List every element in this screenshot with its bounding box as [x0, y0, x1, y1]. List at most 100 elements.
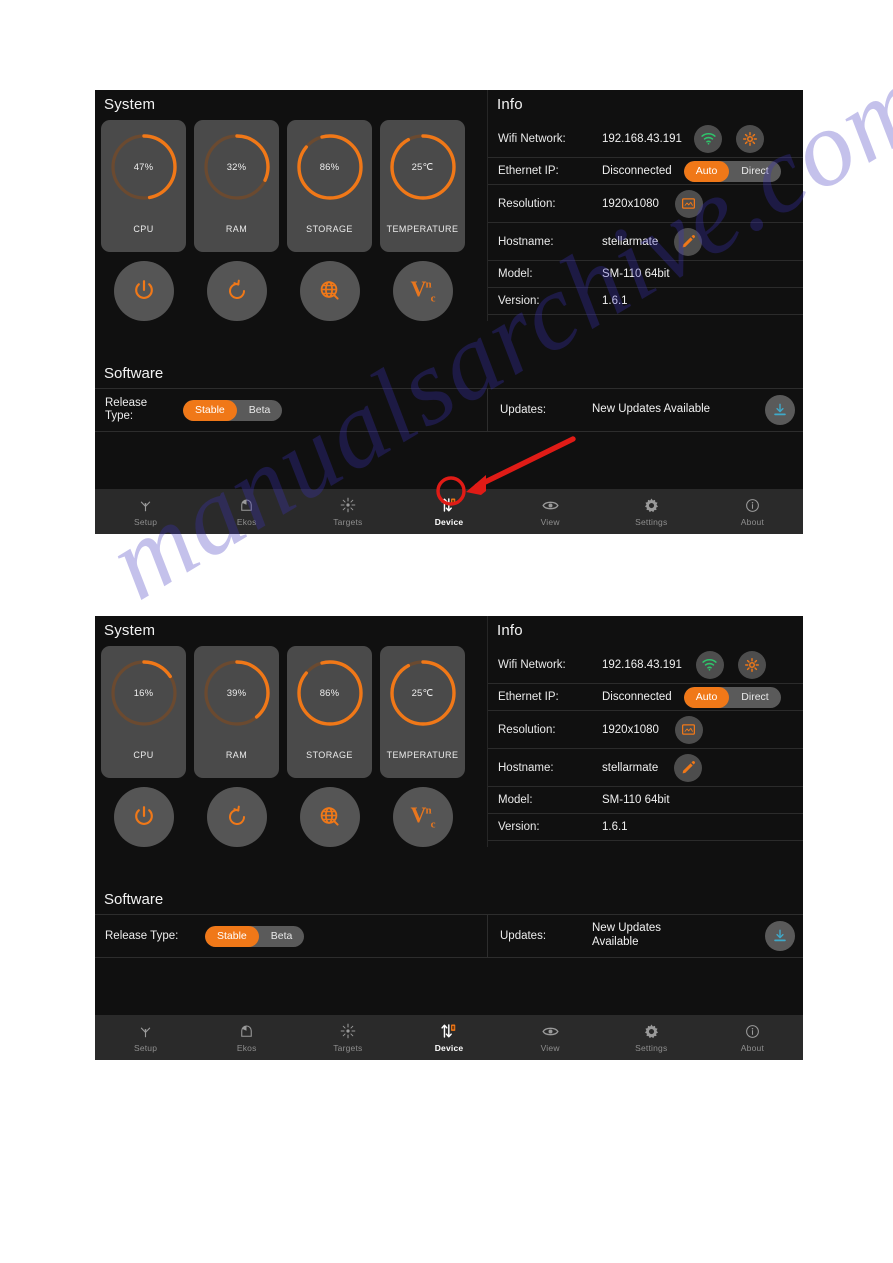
wifi-settings-button-2[interactable]	[737, 650, 766, 679]
ethernet-mode-direct-2[interactable]: Direct	[729, 687, 780, 708]
gauge-card-cpu[interactable]: 47% CPU	[101, 120, 186, 252]
nav-item-ekos-2[interactable]: Ekos	[196, 1022, 297, 1053]
hostname-edit-button-2[interactable]	[674, 753, 703, 782]
screenshot-bottom: System 16% CPU 39% RAM 86% STORAGE 25℃ T…	[95, 616, 803, 1060]
ethernet-mode-toggle[interactable]: Auto Direct	[683, 160, 781, 182]
power-button-2[interactable]	[113, 787, 174, 847]
restart-icon	[228, 279, 245, 299]
gauge-card-list-2: 16% CPU 39% RAM 86% STORAGE 25℃ TEMPERAT…	[95, 646, 487, 778]
nav-label-about-2: About	[740, 1043, 765, 1053]
gauge-ring-temperature-2: 25℃	[386, 656, 460, 730]
download-updates-button-2[interactable]	[765, 921, 795, 951]
nav-item-settings-2[interactable]: Settings	[601, 1022, 702, 1053]
nav-item-targets-2[interactable]: Targets	[297, 1022, 398, 1053]
web-button-2[interactable]	[299, 787, 360, 847]
nav-item-device-2[interactable]: Device	[398, 1022, 499, 1053]
restart-button[interactable]	[206, 261, 267, 321]
nav-label-settings: Settings	[635, 517, 668, 527]
vnc-button-2[interactable]: Vnc	[392, 787, 453, 847]
vnc-icon: Vnc	[410, 801, 436, 831]
gauge-value-storage-2: 86%	[319, 687, 340, 699]
nav-item-view[interactable]: View	[500, 496, 601, 527]
nav-label-view-2: View	[540, 1043, 560, 1053]
ethernet-mode-auto-2[interactable]: Auto	[683, 686, 730, 708]
nav-item-view-2[interactable]: View	[500, 1022, 601, 1053]
info-value-resolution-2: 1920x1080	[602, 723, 659, 736]
ethernet-mode-toggle-2[interactable]: Auto Direct	[683, 686, 781, 708]
restart-button-2[interactable]	[206, 787, 267, 847]
ethernet-mode-auto[interactable]: Auto	[683, 160, 730, 182]
restart-button-slot-2	[194, 787, 279, 847]
wifi-icon	[700, 132, 716, 145]
ethernet-mode-direct[interactable]: Direct	[729, 161, 780, 182]
release-type-beta[interactable]: Beta	[237, 400, 283, 421]
download-icon	[774, 929, 786, 942]
gauge-card-storage-2[interactable]: 86% STORAGE	[287, 646, 372, 778]
info-value-resolution: 1920x1080	[602, 197, 659, 210]
bottom-navigation-bar-2: Setup Ekos Targets Device View Settings …	[95, 1015, 803, 1060]
info-label-ethernet-2: Ethernet IP:	[498, 691, 559, 703]
nav-item-ekos[interactable]: Ekos	[196, 496, 297, 527]
system-panel-2: System 16% CPU 39% RAM 86% STORAGE 25℃ T…	[95, 616, 487, 847]
wifi-settings-button[interactable]	[736, 124, 764, 153]
gauge-ring-cpu-2: 16%	[107, 656, 181, 730]
gauge-ring-storage-2: 86%	[293, 656, 367, 730]
nav-label-device: Device	[434, 517, 464, 527]
system-panel: System 47% CPU 32% RAM 86% STORAGE 25℃ T…	[95, 90, 487, 321]
vnc-button[interactable]: Vnc	[392, 261, 453, 321]
gauge-card-cpu-2[interactable]: 16% CPU	[101, 646, 186, 778]
eye-icon	[542, 1027, 559, 1035]
software-row-2: Release Type: Stable Beta Updates: New U…	[95, 914, 803, 958]
system-action-list-2: Vnc	[95, 778, 487, 847]
info-row-list-2: Wifi Network: 192.168.43.191 Ethernet IP…	[488, 646, 803, 841]
nav-label-ekos-2: Ekos	[236, 1043, 257, 1053]
gauge-card-temperature-2[interactable]: 25℃ TEMPERATURE	[380, 646, 465, 778]
power-button[interactable]	[113, 261, 174, 321]
resolution-edit-button[interactable]	[674, 189, 703, 218]
wifi-status-button-2[interactable]	[695, 650, 724, 679]
updates-value-2: New Updates Available	[592, 922, 662, 948]
resolution-edit-button-2[interactable]	[674, 715, 703, 744]
system-action-list: Vnc	[95, 252, 487, 321]
nav-item-about-2[interactable]: About	[702, 1022, 803, 1053]
gauge-label-storage: STORAGE	[306, 224, 353, 234]
wifi-status-button[interactable]	[694, 124, 722, 153]
info-circle-icon	[746, 498, 759, 512]
gauge-card-storage[interactable]: 86% STORAGE	[287, 120, 372, 252]
nav-item-device[interactable]: Device	[398, 496, 499, 527]
web-button-slot	[287, 261, 372, 321]
gauge-card-ram[interactable]: 32% RAM	[194, 120, 279, 252]
restart-icon	[228, 805, 245, 825]
download-updates-button[interactable]	[765, 395, 795, 425]
settings-gear-icon	[744, 657, 759, 672]
nav-item-setup-2[interactable]: Setup	[95, 1022, 196, 1053]
gauge-label-temperature-2: TEMPERATURE	[386, 750, 459, 760]
nav-item-about[interactable]: About	[702, 496, 803, 527]
info-row-model: Model: SM-110 64bit	[488, 261, 803, 288]
nav-label-setup-2: Setup	[133, 1043, 158, 1053]
nav-label-ekos: Ekos	[236, 517, 257, 527]
info-label-resolution-2: Resolution:	[498, 723, 556, 736]
gear-icon	[644, 1024, 658, 1038]
release-type-stable-2[interactable]: Stable	[205, 925, 259, 947]
info-row-model-2: Model: SM-110 64bit	[488, 787, 803, 814]
gauge-card-temperature[interactable]: 25℃ TEMPERATURE	[380, 120, 465, 252]
nav-label-device-2: Device	[434, 1043, 464, 1053]
nav-item-targets[interactable]: Targets	[297, 496, 398, 527]
release-type-beta-2[interactable]: Beta	[259, 926, 305, 947]
info-value-ethernet: Disconnected	[602, 165, 672, 177]
release-type-stable[interactable]: Stable	[183, 399, 237, 421]
hostname-edit-button[interactable]	[674, 227, 703, 256]
release-type-toggle[interactable]: Stable Beta	[183, 399, 283, 421]
info-row-list: Wifi Network: 192.168.43.191 Ethernet IP…	[488, 120, 803, 315]
nav-item-setup[interactable]: Setup	[95, 496, 196, 527]
info-value-version: 1.6.1	[602, 295, 628, 307]
release-type-toggle-2[interactable]: Stable Beta	[205, 925, 305, 947]
nav-item-settings[interactable]: Settings	[601, 496, 702, 527]
info-label-ethernet: Ethernet IP:	[498, 165, 559, 177]
eye-icon	[542, 501, 559, 509]
gauge-card-ram-2[interactable]: 39% RAM	[194, 646, 279, 778]
gauge-value-cpu: 47%	[133, 161, 154, 173]
info-panel: Info Wifi Network: 192.168.43.191 Ethern…	[487, 90, 803, 321]
web-button[interactable]	[299, 261, 360, 321]
